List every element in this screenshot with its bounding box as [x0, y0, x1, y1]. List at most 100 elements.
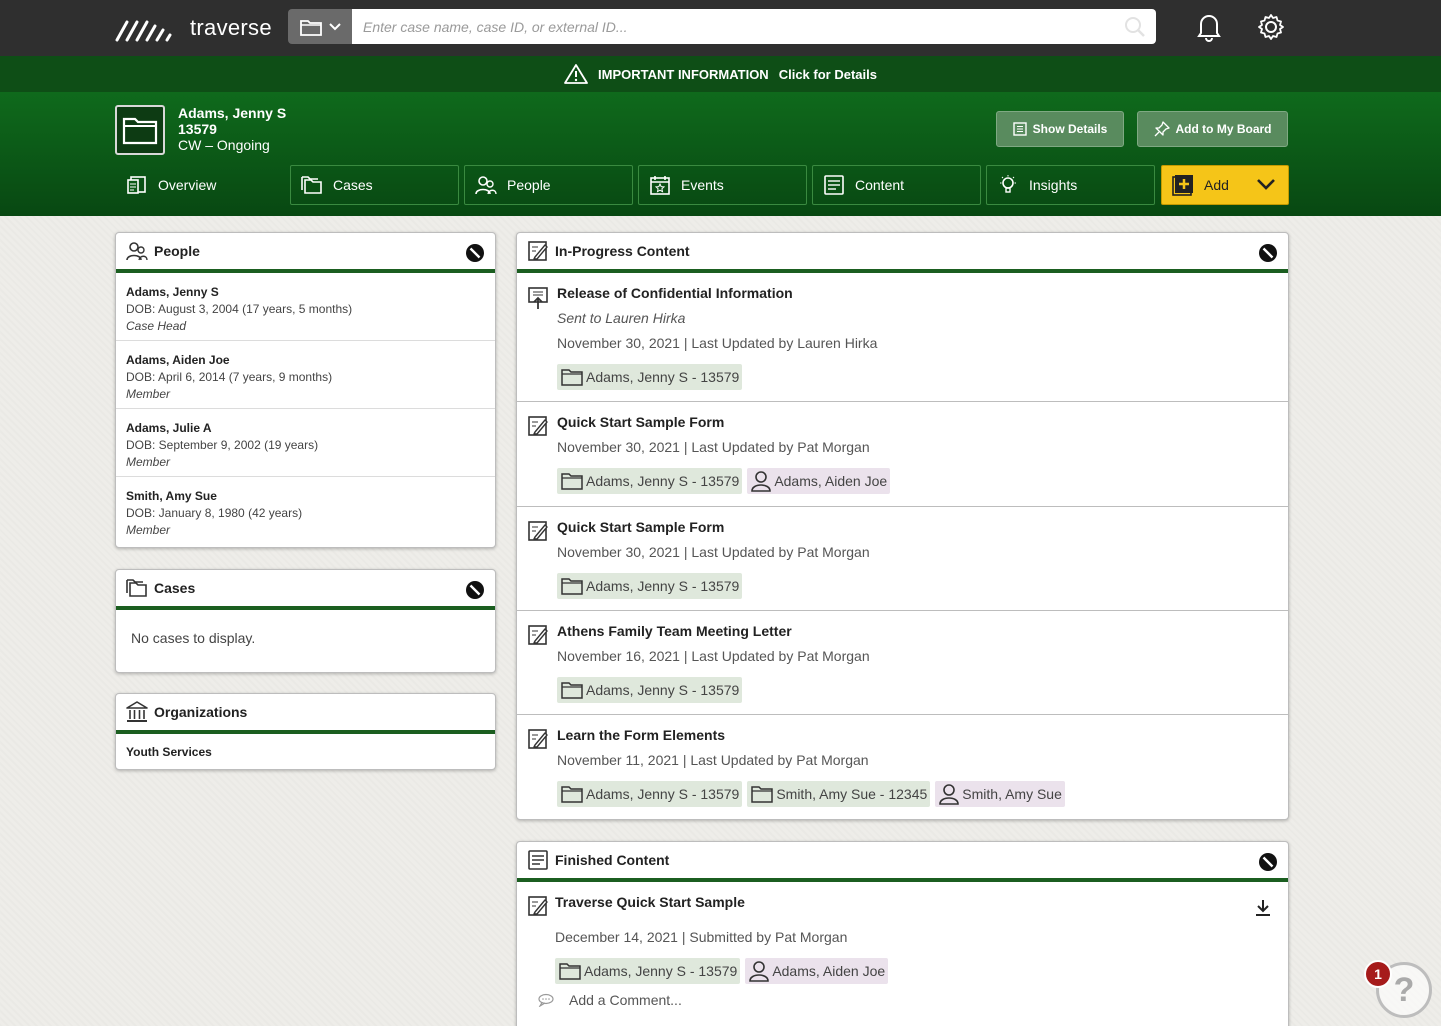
hide-panel-icon[interactable]	[465, 243, 485, 263]
warning-icon	[564, 64, 588, 84]
form-edit-icon	[528, 521, 548, 541]
panel-header: Finished Content	[517, 842, 1288, 882]
release-information-icon	[528, 287, 548, 309]
person-tag[interactable]: Adams, Aiden Joe	[745, 958, 889, 984]
help-question-icon: ?	[1393, 970, 1415, 1009]
add-comment-label: Add a Comment...	[569, 992, 682, 1008]
content-item[interactable]: Quick Start Sample Form November 30, 202…	[517, 402, 1288, 507]
content-item[interactable]: Quick Start Sample Form November 30, 202…	[517, 507, 1288, 611]
show-details-button[interactable]: Show Details	[996, 111, 1124, 147]
case-tag[interactable]: Adams, Jenny S - 13579	[555, 958, 741, 984]
tag-label: Adams, Aiden Joe	[774, 473, 888, 489]
case-tag[interactable]: Adams, Jenny S - 13579	[557, 468, 743, 494]
form-edit-icon	[528, 729, 548, 749]
add-to-my-board-button[interactable]: Add to My Board	[1137, 111, 1288, 147]
person-tag[interactable]: Smith, Amy Sue	[935, 781, 1065, 807]
tab-label: People	[507, 177, 551, 193]
tab-events[interactable]: Events	[638, 165, 807, 205]
building-icon	[126, 701, 148, 722]
case-tag[interactable]: Adams, Jenny S - 13579	[557, 573, 743, 599]
person-row[interactable]: Adams, Aiden Joe DOB: April 6, 2014 (7 y…	[116, 341, 495, 409]
person-dob: DOB: September 9, 2002 (19 years)	[126, 438, 319, 452]
tag-label: Adams, Jenny S - 13579	[586, 786, 740, 802]
folder-icon	[561, 473, 583, 490]
content-meta: November 11, 2021 | Last Updated by Pat …	[557, 752, 869, 768]
person-dob: DOB: August 3, 2004 (17 years, 5 months)	[126, 302, 353, 316]
form-edit-icon	[528, 625, 548, 645]
people-icon	[126, 242, 148, 261]
add-to-my-board-label: Add to My Board	[1175, 122, 1272, 136]
tab-label: Add	[1204, 177, 1229, 193]
traverse-logo-mark-icon	[115, 20, 172, 42]
folder-icon	[561, 682, 583, 699]
panel-header: In-Progress Content	[517, 233, 1288, 273]
form-edit-icon	[528, 241, 548, 261]
person-role: Member	[126, 523, 171, 537]
content-item[interactable]: Release of Confidential Information Sent…	[517, 273, 1288, 402]
search-scope-dropdown[interactable]	[288, 9, 352, 44]
content-item[interactable]: Athens Family Team Meeting Letter Novemb…	[517, 611, 1288, 715]
panel-header: Organizations	[116, 694, 495, 734]
person-tag[interactable]: Adams, Aiden Joe	[747, 468, 891, 494]
notifications-bell-icon[interactable]	[1195, 12, 1223, 42]
content-title[interactable]: Quick Start Sample Form	[557, 414, 1288, 439]
tab-cases[interactable]: Cases	[290, 165, 459, 205]
panel-title: Cases	[154, 580, 196, 596]
case-tag[interactable]: Adams, Jenny S - 13579	[557, 364, 743, 390]
app-name: traverse	[190, 15, 272, 40]
tab-add-dropdown[interactable]: Add	[1161, 165, 1289, 205]
tab-label: Overview	[158, 177, 217, 193]
person-row[interactable]: Adams, Julie A DOB: September 9, 2002 (1…	[116, 409, 495, 477]
content-tags: Adams, Jenny S - 13579	[557, 573, 1288, 599]
important-information-bar[interactable]: IMPORTANT INFORMATION Click for Details	[0, 56, 1441, 92]
case-tag[interactable]: Smith, Amy Sue - 12345	[747, 781, 931, 807]
tag-label: Adams, Aiden Joe	[772, 963, 886, 979]
tag-label: Adams, Jenny S - 13579	[586, 473, 740, 489]
content-title[interactable]: Traverse Quick Start Sample	[555, 894, 1288, 929]
people-panel: People Adams, Jenny S DOB: August 3, 200…	[115, 232, 496, 548]
person-row[interactable]: Adams, Jenny S DOB: August 3, 2004 (17 y…	[116, 273, 495, 341]
content-title[interactable]: Quick Start Sample Form	[557, 519, 1288, 544]
case-header: Adams, Jenny S 13579 CW – Ongoing Show D…	[0, 92, 1441, 216]
person-row[interactable]: Smith, Amy Sue DOB: January 8, 1980 (42 …	[116, 477, 495, 545]
overview-icon	[127, 176, 146, 194]
traverse-logo[interactable]: traverse	[114, 12, 272, 44]
tab-people[interactable]: People	[464, 165, 633, 205]
tab-insights[interactable]: Insights	[986, 165, 1155, 205]
person-role: Case Head	[126, 319, 187, 333]
settings-gear-icon[interactable]	[1256, 12, 1286, 42]
case-type: CW – Ongoing	[178, 137, 270, 153]
case-id: 13579	[178, 121, 217, 137]
content-title[interactable]: Release of Confidential Information	[557, 285, 1288, 310]
case-tag[interactable]: Adams, Jenny S - 13579	[557, 677, 743, 703]
download-icon[interactable]	[1254, 899, 1272, 917]
help-notification-badge: 1	[1364, 960, 1392, 988]
content-title[interactable]: Learn the Form Elements	[557, 727, 1288, 752]
tag-label: Smith, Amy Sue	[962, 786, 1062, 802]
content-item[interactable]: Traverse Quick Start Sample December 14,…	[517, 882, 1288, 1026]
content-icon	[528, 850, 548, 870]
lightbulb-icon	[1000, 175, 1016, 193]
details-list-icon	[1012, 122, 1027, 136]
tab-label: Events	[681, 177, 724, 193]
person-dob: DOB: April 6, 2014 (7 years, 9 months)	[126, 370, 333, 384]
hide-panel-icon[interactable]	[1258, 243, 1278, 263]
person-icon	[749, 961, 770, 982]
content-meta: November 30, 2021 | Last Updated by Pat …	[557, 439, 870, 455]
tab-overview[interactable]: Overview	[115, 165, 284, 205]
in-progress-content-panel: In-Progress Content Release of Confident…	[516, 232, 1289, 820]
tab-content[interactable]: Content	[812, 165, 981, 205]
click-for-details-link[interactable]: Click for Details	[779, 67, 877, 82]
content-icon	[824, 175, 844, 195]
form-edit-icon	[528, 896, 548, 916]
search-input[interactable]	[352, 9, 1112, 44]
content-item[interactable]: Learn the Form Elements November 11, 202…	[517, 715, 1288, 819]
search-icon[interactable]	[1124, 16, 1146, 38]
case-tag[interactable]: Adams, Jenny S - 13579	[557, 781, 743, 807]
organization-item[interactable]: Youth Services	[116, 734, 495, 769]
content-meta: November 30, 2021 | Last Updated by Laur…	[557, 335, 878, 351]
hide-panel-icon[interactable]	[465, 580, 485, 600]
hide-panel-icon[interactable]	[1258, 852, 1278, 872]
content-title[interactable]: Athens Family Team Meeting Letter	[557, 623, 1288, 648]
add-comment-link[interactable]: Add a Comment...	[537, 992, 1288, 1008]
